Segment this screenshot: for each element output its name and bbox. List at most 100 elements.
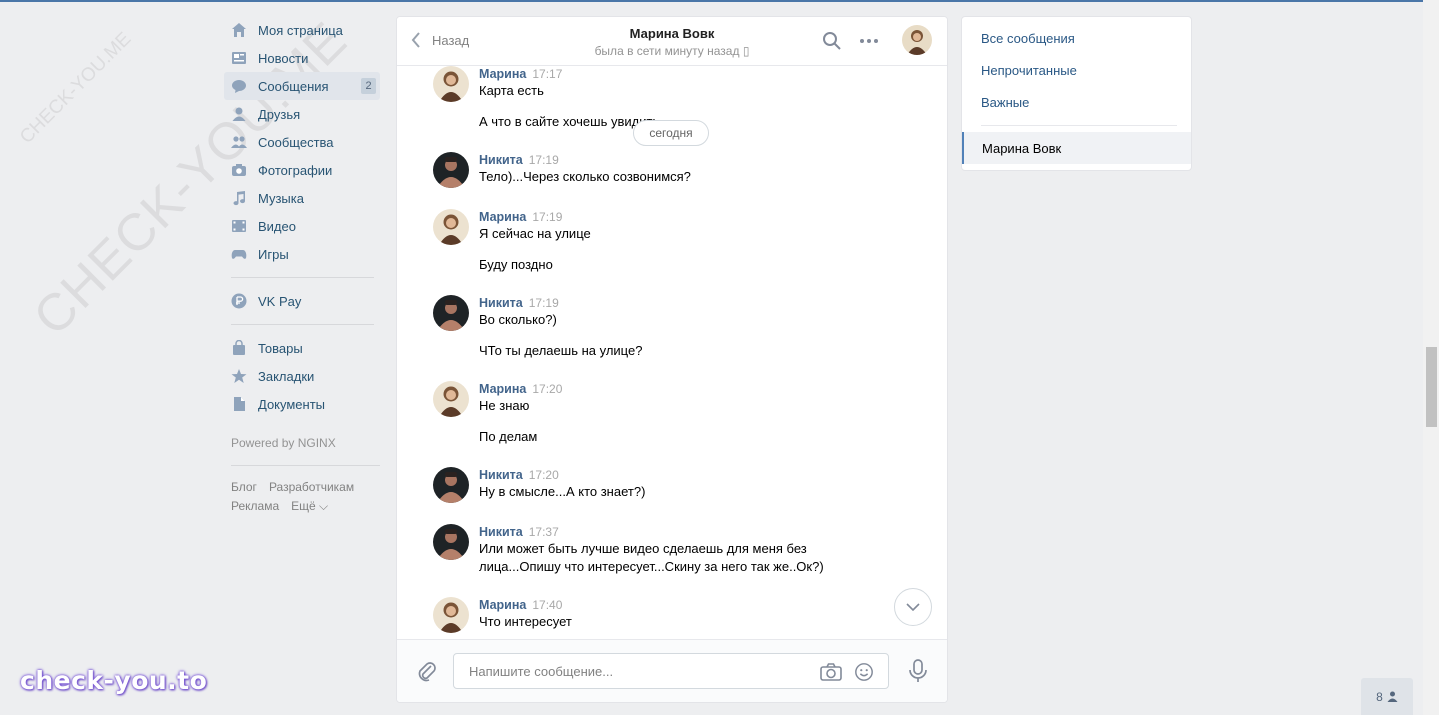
nav-label: Моя страница: [258, 22, 343, 38]
filter-divider: [981, 125, 1177, 126]
sidebar-item-vkpay[interactable]: VK Pay: [224, 287, 384, 315]
scroll-down-button[interactable]: [894, 588, 932, 626]
message-text: Или может быть лучше видео сделаешь для …: [479, 541, 807, 556]
message-body: Марина 17:40 Что интересует: [479, 597, 879, 631]
message-body: Никита 17:37 Или может быть лучше видео сд…: [479, 524, 879, 576]
message-author[interactable]: Марина: [479, 210, 526, 224]
ads-link[interactable]: Реклама: [231, 499, 279, 513]
microphone-icon[interactable]: [908, 659, 928, 683]
message-body: Марина 17:20 Не знаю По делам: [479, 381, 879, 446]
conversation-name: Марина Вовк: [982, 141, 1062, 156]
message-history[interactable]: сегодня Марина 17:17 Карта есть А что в сай…: [397, 66, 947, 637]
author-avatar[interactable]: [433, 524, 469, 560]
message-composer: [397, 639, 947, 702]
bag-icon: [231, 340, 247, 356]
message-time: 17:19: [528, 153, 559, 167]
message-header: Марина 17:19: [479, 209, 879, 225]
message-author[interactable]: Никита: [479, 153, 523, 167]
day-separator: сегодня: [633, 120, 709, 146]
footer-links: Блог Разработчикам Реклама Ещё ⌵: [224, 478, 384, 516]
message-text: Буду поздно: [479, 257, 553, 272]
author-avatar[interactable]: [433, 152, 469, 188]
online-friends-widget[interactable]: 8: [1361, 678, 1413, 715]
nav-label: Сообщения: [258, 78, 329, 94]
message-author[interactable]: Никита: [479, 468, 523, 482]
message-body: Никита 17:19 Во сколько?) ЧТо ты делаешь на…: [479, 295, 879, 360]
more-link[interactable]: Ещё ⌵: [291, 499, 328, 513]
message-author[interactable]: Никита: [479, 525, 523, 539]
brand-watermark: check-you.to: [20, 666, 208, 695]
message-header: Никита 17:20: [479, 467, 879, 483]
message-text: Во сколько?): [479, 312, 557, 327]
author-avatar[interactable]: [433, 597, 469, 633]
attach-icon[interactable]: [417, 660, 437, 682]
sidebar-item-games[interactable]: Игры: [224, 240, 384, 268]
nav-label: Товары: [258, 340, 303, 356]
message-body: Никита 17:20 Ну в смысле...А кто знает?): [479, 467, 879, 501]
filter-unread[interactable]: Непрочитанные: [981, 63, 1077, 78]
message-time: 17:40: [532, 598, 563, 612]
message-text: Тело)...Через сколько созвонимся?: [479, 169, 691, 184]
message-author[interactable]: Никита: [479, 296, 523, 310]
more-icon[interactable]: [859, 31, 879, 51]
sidebar-item-friends[interactable]: Друзья: [224, 100, 384, 128]
sidebar-item-camera[interactable]: Фотографии: [224, 156, 384, 184]
sidebar-item-bag[interactable]: Товары: [224, 334, 384, 362]
communities-icon: [231, 134, 247, 150]
sidebar-item-video[interactable]: Видео: [224, 212, 384, 240]
developers-link[interactable]: Разработчикам: [269, 480, 354, 494]
sidebar-item-communities[interactable]: Сообщества: [224, 128, 384, 156]
filter-all-messages[interactable]: Все сообщения: [981, 31, 1075, 46]
peer-avatar[interactable]: [902, 25, 932, 55]
message-text: Ну в смысле...А кто знает?): [479, 484, 646, 499]
page-scrollbar-thumb[interactable]: [1426, 347, 1437, 427]
sidebar-item-document[interactable]: Документы: [224, 390, 384, 418]
message-body: Никита 17:19 Тело)...Через сколько созвони…: [479, 152, 879, 186]
active-conversation-item[interactable]: Марина Вовк: [962, 132, 1191, 164]
message-text: ЧТо ты делаешь на улице?: [479, 343, 643, 358]
message-input-box[interactable]: [453, 653, 889, 689]
message-header: Никита 17:19: [479, 152, 879, 168]
sidebar-item-messages[interactable]: Сообщения 2: [224, 72, 380, 100]
author-avatar[interactable]: [433, 209, 469, 245]
star-icon: [231, 368, 247, 384]
author-avatar[interactable]: [433, 66, 469, 102]
message-time: 17:19: [528, 296, 559, 310]
sidebar-item-music[interactable]: Музыка: [224, 184, 384, 212]
video-icon: [231, 218, 247, 234]
watermark-small: CHECK-YOU.ME: [16, 28, 136, 148]
nav-label: Друзья: [258, 106, 301, 122]
camera-icon[interactable]: [820, 662, 842, 682]
sidebar-item-star[interactable]: Закладки: [224, 362, 384, 390]
message-author[interactable]: Марина: [479, 598, 526, 612]
filter-important[interactable]: Важные: [981, 95, 1029, 110]
sidebar-item-home[interactable]: Моя страница: [224, 16, 384, 44]
ruble-icon: [231, 293, 247, 309]
user-icon: [1387, 691, 1398, 702]
message-input[interactable]: [467, 663, 801, 680]
message-text: Я сейчас на улице: [479, 226, 591, 241]
search-icon[interactable]: [822, 31, 842, 51]
document-icon: [231, 396, 247, 412]
author-avatar[interactable]: [433, 295, 469, 331]
conversation-filters: Все сообщения Непрочитанные Важные Марин…: [961, 16, 1192, 171]
message-text: Что интересует: [479, 614, 572, 629]
nav-label: Игры: [258, 246, 289, 262]
author-avatar[interactable]: [433, 467, 469, 503]
message-author[interactable]: Марина: [479, 382, 526, 396]
online-count: 8: [1376, 689, 1383, 704]
message-time: 17:20: [532, 382, 563, 396]
message-header: Никита 17:37: [479, 524, 879, 540]
peer-status-text: была в сети минуту назад: [594, 44, 740, 58]
home-icon: [231, 22, 247, 38]
blog-link[interactable]: Блог: [231, 480, 257, 494]
message-author[interactable]: Марина: [479, 67, 526, 81]
camera-icon: [231, 162, 247, 178]
sidebar-item-news[interactable]: Новости: [224, 44, 384, 72]
games-icon: [231, 246, 247, 262]
author-avatar[interactable]: [433, 381, 469, 417]
emoji-icon[interactable]: [853, 662, 875, 682]
